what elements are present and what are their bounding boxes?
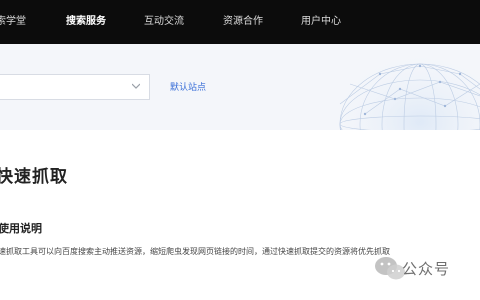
default-site-link[interactable]: 默认站点 — [170, 80, 206, 93]
nav-item-user-center[interactable]: 用户中心 — [301, 0, 341, 44]
nav-item-resource-cooperation[interactable]: 资源合作 — [223, 0, 263, 44]
usage-description: 速抓取工具可以向百度搜索主动推送资源，缩短爬虫发现网页链接的时间，通过快速抓取提… — [0, 247, 390, 256]
nav-item-interaction[interactable]: 互动交流 — [144, 0, 184, 44]
section-title-usage: 使用说明 — [0, 222, 42, 235]
top-nav-bar: 索学堂 搜索服务 互动交流 资源合作 用户中心 — [0, 0, 480, 44]
site-select[interactable] — [0, 74, 150, 100]
watermark-text: 公众号 — [402, 260, 451, 278]
page-title: 快速抓取 — [0, 167, 68, 187]
nav-item-search-service[interactable]: 搜索服务 — [66, 0, 106, 44]
nav-item-academy[interactable]: 索学堂 — [0, 0, 26, 44]
chevron-down-icon[interactable] — [132, 83, 140, 89]
